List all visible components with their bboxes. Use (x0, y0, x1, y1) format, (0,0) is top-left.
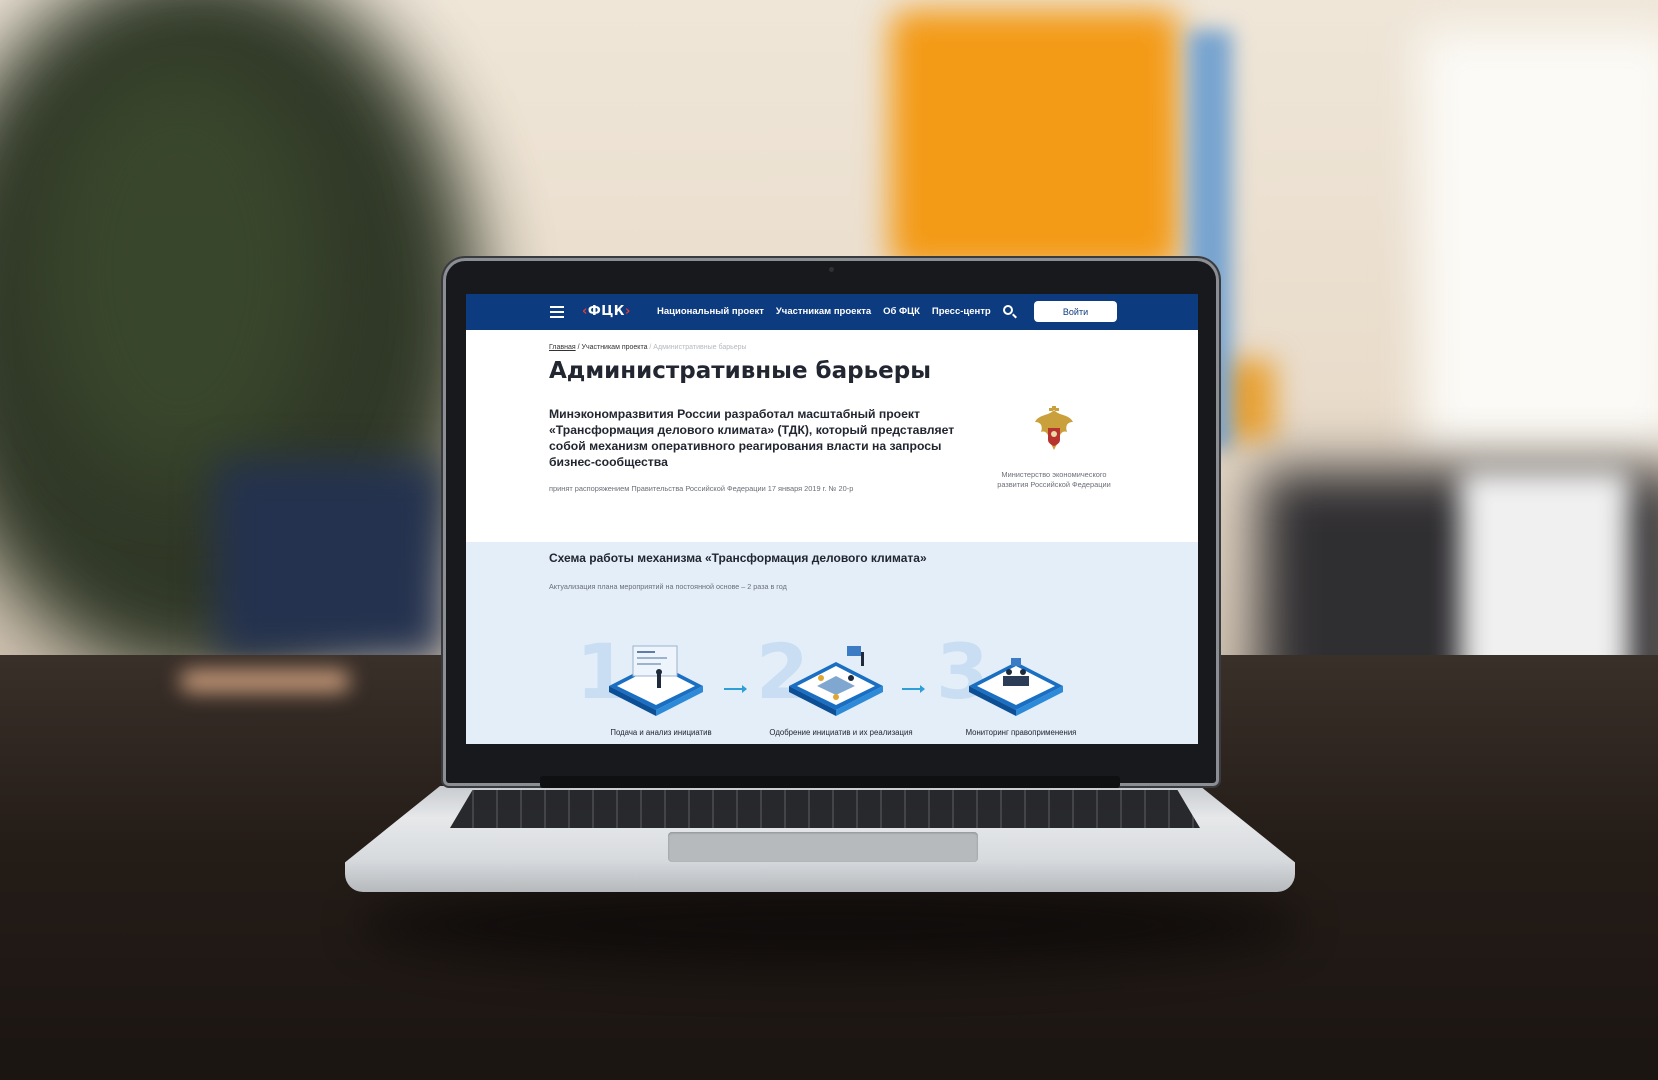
step-label: Одобрение инициатив и их реализация (769, 728, 913, 737)
nav-press-center[interactable]: Пресс-центр (932, 306, 991, 317)
table-reflection (180, 670, 350, 692)
initiative-approval-illustration (789, 646, 883, 716)
scheme-section: Схема работы механизма «Трансформация де… (466, 542, 1198, 744)
coat-of-arms-icon (1035, 406, 1073, 450)
step-label: Мониторинг правоприменения (965, 728, 1077, 737)
laptop-trackpad (668, 832, 978, 862)
law-monitoring-illustration (969, 658, 1063, 716)
initiative-submission-illustration (609, 645, 703, 716)
search-icon[interactable] (1003, 305, 1013, 315)
breadcrumb-home[interactable]: Главная (549, 344, 576, 351)
laptop-camera (829, 267, 834, 272)
main-nav: Национальный проект Участникам проекта О… (657, 306, 991, 317)
laptop-screen: ‹ФЦК› Национальный проект Участникам про… (466, 294, 1198, 744)
window-light-blur (1420, 30, 1658, 450)
decree-note: принят распоряжением Правительства Росси… (549, 484, 854, 493)
breadcrumb-section[interactable]: / Участникам проекта (578, 344, 648, 351)
site-logo[interactable]: ‹ФЦК› (582, 304, 631, 319)
nav-participants[interactable]: Участникам проекта (776, 306, 871, 317)
menu-icon[interactable] (550, 306, 564, 318)
login-button[interactable]: Войти (1034, 301, 1117, 322)
navy-chair-blur (215, 460, 445, 660)
page-title: Административные барьеры (549, 358, 931, 384)
arrow-right-icon (902, 685, 925, 693)
nav-about[interactable]: Об ФЦК (883, 306, 920, 317)
orange-panel-blur (890, 10, 1180, 270)
scheme-subtitle: Актуализация плана мероприятий на постоя… (549, 582, 787, 591)
step-1: 1 Подача и анализ инициатив (576, 634, 746, 744)
step-3: 3 Мониторинг правоприменения (936, 634, 1106, 744)
step-2: 2 Одобрение инициатив и их реализация (756, 634, 926, 744)
laptop-shadow (360, 880, 1300, 970)
step-label: Подача и анализ инициатив (610, 728, 712, 737)
breadcrumb-current: / Административные барьеры (649, 344, 747, 351)
ministry-caption: Министерство экономического развития Рос… (997, 470, 1111, 489)
lead-paragraph: Минэкономразвития России разработал масш… (549, 407, 955, 469)
scheme-title: Схема работы механизма «Трансформация де… (549, 551, 927, 565)
site-header: ‹ФЦК› Национальный проект Участникам про… (466, 294, 1198, 330)
arrow-right-icon (724, 685, 747, 693)
plant-blur-highlight (40, 60, 320, 480)
laptop-keyboard (450, 790, 1200, 828)
laptop-hinge (540, 776, 1120, 788)
logo-text: ФЦК (587, 304, 625, 319)
nav-national-project[interactable]: Национальный проект (657, 306, 764, 317)
breadcrumb: Главная / Участникам проекта / Администр… (549, 344, 747, 351)
